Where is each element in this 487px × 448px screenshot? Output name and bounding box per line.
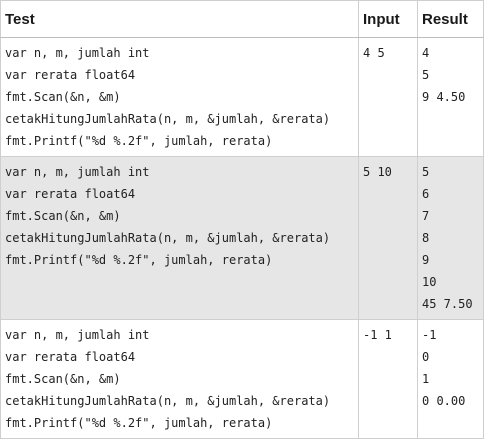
code-line: var rerata float64 bbox=[5, 350, 136, 364]
result-line: 4 bbox=[422, 46, 430, 60]
test-results-table: Test Input Result var n, m, jumlah int va… bbox=[0, 0, 484, 439]
input-cell: 4 5 bbox=[358, 37, 418, 157]
input-value: -1 1 bbox=[363, 328, 392, 342]
code-line: cetakHitungJumlahRata(n, m, &jumlah, &re… bbox=[5, 231, 331, 245]
input-value: 4 5 bbox=[363, 46, 385, 60]
code-line: var n, m, jumlah int bbox=[5, 328, 150, 342]
code-line: var n, m, jumlah int bbox=[5, 46, 150, 60]
code-line: fmt.Scan(&n, &m) bbox=[5, 372, 121, 386]
input-cell: 5 10 bbox=[358, 156, 418, 320]
result-cell: 5 6 7 8 9 10 45 7.50 bbox=[417, 156, 484, 320]
table-row: var n, m, jumlah int var rerata float64 fm… bbox=[0, 37, 484, 157]
header-result: Result bbox=[417, 0, 484, 38]
code-line: fmt.Printf("%d %.2f", jumlah, rerata) bbox=[5, 134, 273, 148]
code-line: fmt.Printf("%d %.2f", jumlah, rerata) bbox=[5, 416, 273, 430]
code-line: fmt.Printf("%d %.2f", jumlah, rerata) bbox=[5, 253, 273, 267]
table-row: var n, m, jumlah int var rerata float64 fm… bbox=[0, 156, 484, 320]
result-line: -1 bbox=[422, 328, 437, 342]
table-row: var n, m, jumlah int var rerata float64 fm… bbox=[0, 319, 484, 439]
result-cell: 4 5 9 4.50 bbox=[417, 37, 484, 157]
code-line: cetakHitungJumlahRata(n, m, &jumlah, &re… bbox=[5, 394, 331, 408]
result-line: 1 bbox=[422, 372, 430, 386]
header-row: Test Input Result bbox=[0, 0, 484, 38]
header-input: Input bbox=[358, 0, 418, 38]
result-line: 9 4.50 bbox=[422, 90, 466, 104]
code-line: fmt.Scan(&n, &m) bbox=[5, 90, 121, 104]
table-body: var n, m, jumlah int var rerata float64 fm… bbox=[0, 37, 484, 439]
code-line: fmt.Scan(&n, &m) bbox=[5, 209, 121, 223]
result-line: 6 bbox=[422, 187, 430, 201]
result-line: 5 bbox=[422, 68, 430, 82]
result-line: 8 bbox=[422, 231, 430, 245]
header-test: Test bbox=[0, 0, 359, 38]
result-line: 5 bbox=[422, 165, 430, 179]
test-cell: var n, m, jumlah int var rerata float64 fm… bbox=[0, 156, 359, 320]
result-line: 10 bbox=[422, 275, 437, 289]
code-line: var rerata float64 bbox=[5, 68, 136, 82]
code-line: var rerata float64 bbox=[5, 187, 136, 201]
code-line: cetakHitungJumlahRata(n, m, &jumlah, &re… bbox=[5, 112, 331, 126]
input-cell: -1 1 bbox=[358, 319, 418, 439]
input-value: 5 10 bbox=[363, 165, 392, 179]
test-cell: var n, m, jumlah int var rerata float64 fm… bbox=[0, 319, 359, 439]
result-line: 9 bbox=[422, 253, 430, 267]
result-line: 7 bbox=[422, 209, 430, 223]
test-cell: var n, m, jumlah int var rerata float64 fm… bbox=[0, 37, 359, 157]
result-line: 45 7.50 bbox=[422, 297, 473, 311]
result-line: 0 bbox=[422, 350, 430, 364]
result-line: 0 0.00 bbox=[422, 394, 466, 408]
code-line: var n, m, jumlah int bbox=[5, 165, 150, 179]
result-cell: -1 0 1 0 0.00 bbox=[417, 319, 484, 439]
